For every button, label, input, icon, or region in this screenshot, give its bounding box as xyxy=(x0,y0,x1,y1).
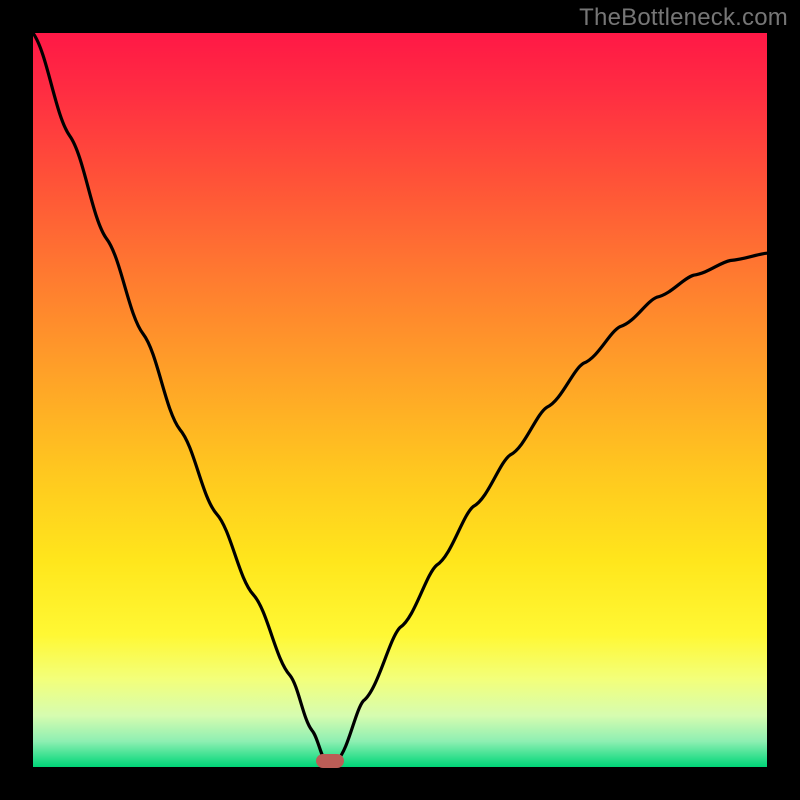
chart-frame: TheBottleneck.com xyxy=(0,0,800,800)
bottleneck-curve xyxy=(33,33,767,767)
curve-path xyxy=(33,33,767,763)
watermark-text: TheBottleneck.com xyxy=(579,4,788,32)
optimum-marker xyxy=(316,754,344,768)
